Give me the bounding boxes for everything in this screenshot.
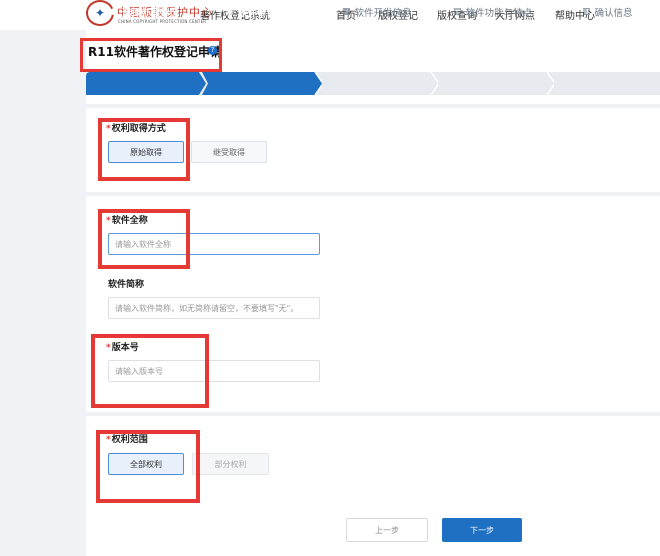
highlight-box-rights-scope	[96, 430, 200, 503]
option-partial-rights-button[interactable]: 部分权利	[192, 453, 269, 475]
step-select-identity[interactable]: ● 选择办理身份	[110, 0, 179, 23]
section-divider	[86, 192, 660, 196]
step-separator-icon	[430, 72, 438, 95]
previous-step-button[interactable]: 上一步	[346, 518, 428, 542]
step-software-features[interactable]: ▤ 软件功能与特点	[453, 0, 532, 23]
user-icon: ●	[110, 6, 118, 17]
step-confirm-info[interactable]: ▥ 确认信息	[582, 0, 633, 23]
step-bg-active	[202, 72, 322, 95]
step-separator-icon	[546, 72, 554, 95]
calendar-icon: ▦	[342, 6, 351, 17]
step-label: 确认信息	[594, 7, 633, 19]
step-software-development-info[interactable]: ▦ 软件开发信息	[342, 0, 412, 23]
next-step-button[interactable]: 下一步	[442, 518, 522, 542]
highlight-box-rights-acquisition	[98, 118, 190, 181]
location-pin-icon: ◉	[226, 6, 234, 17]
option-inherited-acquisition-button[interactable]: 继受取得	[191, 141, 267, 163]
step-label: 软件开发信息	[354, 7, 412, 19]
highlight-box-software-full-name	[98, 209, 190, 269]
software-short-name-label: 软件简称	[108, 280, 145, 290]
top-bar: ✦ 中国版权保护中心 CHINA COPYRIGHT PROTECTION CE…	[0, 0, 660, 30]
step-label: 软件功能与特点	[465, 7, 533, 19]
clipboard-icon: ▥	[582, 6, 591, 17]
software-short-name-input[interactable]: 请输入软件简称，如无简称请留空，不要填写"无"。	[108, 297, 320, 319]
highlight-box-version	[91, 334, 209, 408]
step-label: 软件申请信息	[237, 7, 295, 19]
section-divider	[86, 104, 660, 108]
section-divider	[86, 412, 660, 416]
step-label: 选择办理身份	[121, 7, 179, 19]
step-separator-icon	[314, 72, 322, 95]
highlight-box-title	[80, 38, 222, 72]
step-bg-done	[86, 72, 206, 95]
step-software-application-info[interactable]: ◉ 软件申请信息	[226, 0, 295, 23]
document-icon: ▤	[453, 6, 462, 17]
